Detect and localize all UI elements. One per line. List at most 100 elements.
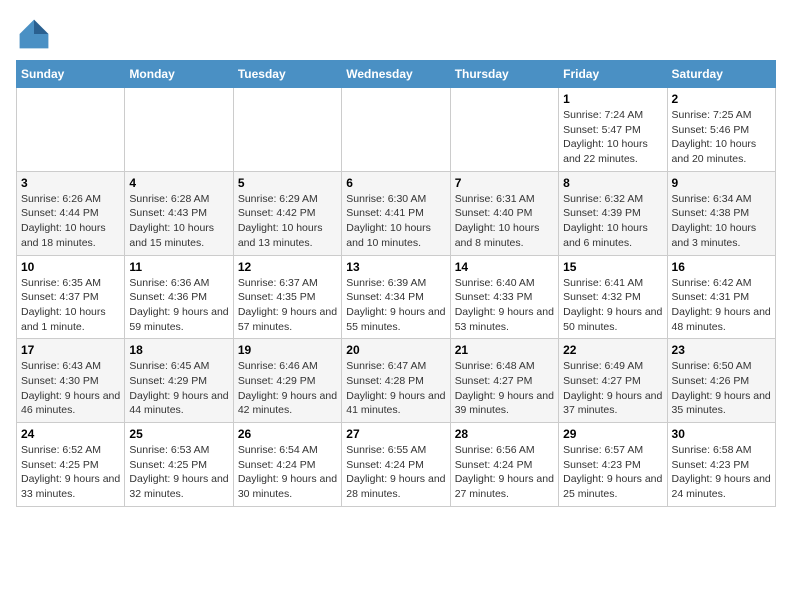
day-number: 1 bbox=[563, 92, 662, 106]
day-info: Sunrise: 6:32 AM Sunset: 4:39 PM Dayligh… bbox=[563, 192, 662, 251]
day-number: 30 bbox=[672, 427, 771, 441]
day-number: 3 bbox=[21, 176, 120, 190]
header bbox=[16, 16, 776, 52]
calendar-cell: 6Sunrise: 6:30 AM Sunset: 4:41 PM Daylig… bbox=[342, 171, 450, 255]
day-info: Sunrise: 6:54 AM Sunset: 4:24 PM Dayligh… bbox=[238, 443, 337, 502]
calendar-cell: 11 Sunrise: 6:36 AM Sunset: 4:36 PM Dayli… bbox=[125, 255, 233, 339]
day-number: 29 bbox=[563, 427, 662, 441]
weekday-header-thursday: Thursday bbox=[450, 61, 558, 88]
calendar-cell: 2 Sunrise: 7:25 AM Sunset: 5:46 PM Daylig… bbox=[667, 88, 775, 172]
calendar-cell: 15 Sunrise: 6:41 AM Sunset: 4:32 PM Dayli… bbox=[559, 255, 667, 339]
day-info: Sunrise: 6:50 AM Sunset: 4:26 PM Dayligh… bbox=[672, 359, 771, 418]
calendar-cell: 27 Sunrise: 6:55 AM Sunset: 4:24 PM Dayli… bbox=[342, 423, 450, 507]
calendar-cell: 3 Sunrise: 6:26 AM Sunset: 4:44 PM Daylig… bbox=[17, 171, 125, 255]
day-number: 21 bbox=[455, 343, 554, 357]
day-info: Sunrise: 6:43 AM Sunset: 4:30 PM Dayligh… bbox=[21, 359, 120, 418]
day-number: 8 bbox=[563, 176, 662, 190]
day-number: 14 bbox=[455, 260, 554, 274]
day-number: 15 bbox=[563, 260, 662, 274]
day-info: Sunrise: 6:48 AM Sunset: 4:27 PM Dayligh… bbox=[455, 359, 554, 418]
day-info: Sunrise: 6:34 AM Sunset: 4:38 PM Dayligh… bbox=[672, 192, 771, 251]
day-number: 17 bbox=[21, 343, 120, 357]
calendar-cell: 28Sunrise: 6:56 AM Sunset: 4:24 PM Dayli… bbox=[450, 423, 558, 507]
calendar-cell: 13 Sunrise: 6:39 AM Sunset: 4:34 PM Dayli… bbox=[342, 255, 450, 339]
calendar-cell: 9 Sunrise: 6:34 AM Sunset: 4:38 PM Daylig… bbox=[667, 171, 775, 255]
weekday-header-sunday: Sunday bbox=[17, 61, 125, 88]
calendar-cell: 10 Sunrise: 6:35 AM Sunset: 4:37 PM Dayli… bbox=[17, 255, 125, 339]
day-number: 11 bbox=[129, 260, 228, 274]
calendar-cell: 21 Sunrise: 6:48 AM Sunset: 4:27 PM Dayli… bbox=[450, 339, 558, 423]
day-info: Sunrise: 6:35 AM Sunset: 4:37 PM Dayligh… bbox=[21, 276, 120, 335]
day-info: Sunrise: 7:24 AM Sunset: 5:47 PM Dayligh… bbox=[563, 108, 662, 167]
day-info: Sunrise: 6:28 AM Sunset: 4:43 PM Dayligh… bbox=[129, 192, 228, 251]
day-info: Sunrise: 6:58 AM Sunset: 4:23 PM Dayligh… bbox=[672, 443, 771, 502]
day-info: Sunrise: 6:31 AM Sunset: 4:40 PM Dayligh… bbox=[455, 192, 554, 251]
calendar-cell: 26 Sunrise: 6:54 AM Sunset: 4:24 PM Dayli… bbox=[233, 423, 341, 507]
calendar-cell: 24 Sunrise: 6:52 AM Sunset: 4:25 PM Dayli… bbox=[17, 423, 125, 507]
logo bbox=[16, 16, 56, 52]
day-info: Sunrise: 6:53 AM Sunset: 4:25 PM Dayligh… bbox=[129, 443, 228, 502]
day-number: 25 bbox=[129, 427, 228, 441]
calendar-cell: 1 Sunrise: 7:24 AM Sunset: 5:47 PM Daylig… bbox=[559, 88, 667, 172]
day-number: 16 bbox=[672, 260, 771, 274]
day-number: 13 bbox=[346, 260, 445, 274]
weekday-header-wednesday: Wednesday bbox=[342, 61, 450, 88]
day-number: 2 bbox=[672, 92, 771, 106]
day-info: Sunrise: 6:41 AM Sunset: 4:32 PM Dayligh… bbox=[563, 276, 662, 335]
calendar-cell: 22 Sunrise: 6:49 AM Sunset: 4:27 PM Dayli… bbox=[559, 339, 667, 423]
day-number: 18 bbox=[129, 343, 228, 357]
day-number: 26 bbox=[238, 427, 337, 441]
day-number: 19 bbox=[238, 343, 337, 357]
day-number: 20 bbox=[346, 343, 445, 357]
calendar: SundayMondayTuesdayWednesdayThursdayFrid… bbox=[16, 60, 776, 507]
calendar-cell bbox=[17, 88, 125, 172]
day-number: 27 bbox=[346, 427, 445, 441]
calendar-cell: 17 Sunrise: 6:43 AM Sunset: 4:30 PM Dayli… bbox=[17, 339, 125, 423]
day-number: 7 bbox=[455, 176, 554, 190]
day-info: Sunrise: 6:49 AM Sunset: 4:27 PM Dayligh… bbox=[563, 359, 662, 418]
weekday-header-friday: Friday bbox=[559, 61, 667, 88]
calendar-cell: 19 Sunrise: 6:46 AM Sunset: 4:29 PM Dayli… bbox=[233, 339, 341, 423]
calendar-cell bbox=[125, 88, 233, 172]
day-info: Sunrise: 6:52 AM Sunset: 4:25 PM Dayligh… bbox=[21, 443, 120, 502]
calendar-cell: 25 Sunrise: 6:53 AM Sunset: 4:25 PM Dayli… bbox=[125, 423, 233, 507]
calendar-cell bbox=[233, 88, 341, 172]
day-number: 22 bbox=[563, 343, 662, 357]
calendar-cell: 8 Sunrise: 6:32 AM Sunset: 4:39 PM Daylig… bbox=[559, 171, 667, 255]
calendar-cell bbox=[342, 88, 450, 172]
day-number: 10 bbox=[21, 260, 120, 274]
calendar-cell: 30 Sunrise: 6:58 AM Sunset: 4:23 PM Dayli… bbox=[667, 423, 775, 507]
calendar-cell: 16 Sunrise: 6:42 AM Sunset: 4:31 PM Dayli… bbox=[667, 255, 775, 339]
day-number: 5 bbox=[238, 176, 337, 190]
day-info: Sunrise: 6:55 AM Sunset: 4:24 PM Dayligh… bbox=[346, 443, 445, 502]
day-info: Sunrise: 6:57 AM Sunset: 4:23 PM Dayligh… bbox=[563, 443, 662, 502]
day-info: Sunrise: 6:45 AM Sunset: 4:29 PM Dayligh… bbox=[129, 359, 228, 418]
day-number: 12 bbox=[238, 260, 337, 274]
day-info: Sunrise: 6:36 AM Sunset: 4:36 PM Dayligh… bbox=[129, 276, 228, 335]
day-info: Sunrise: 6:30 AM Sunset: 4:41 PM Dayligh… bbox=[346, 192, 445, 251]
weekday-header-monday: Monday bbox=[125, 61, 233, 88]
calendar-cell: 5 Sunrise: 6:29 AM Sunset: 4:42 PM Daylig… bbox=[233, 171, 341, 255]
day-info: Sunrise: 6:47 AM Sunset: 4:28 PM Dayligh… bbox=[346, 359, 445, 418]
day-info: Sunrise: 6:42 AM Sunset: 4:31 PM Dayligh… bbox=[672, 276, 771, 335]
weekday-header-saturday: Saturday bbox=[667, 61, 775, 88]
day-number: 28 bbox=[455, 427, 554, 441]
day-info: Sunrise: 6:29 AM Sunset: 4:42 PM Dayligh… bbox=[238, 192, 337, 251]
calendar-cell: 18 Sunrise: 6:45 AM Sunset: 4:29 PM Dayli… bbox=[125, 339, 233, 423]
calendar-cell: 12 Sunrise: 6:37 AM Sunset: 4:35 PM Dayli… bbox=[233, 255, 341, 339]
calendar-cell: 14 Sunrise: 6:40 AM Sunset: 4:33 PM Dayli… bbox=[450, 255, 558, 339]
day-number: 23 bbox=[672, 343, 771, 357]
calendar-cell: 7 Sunrise: 6:31 AM Sunset: 4:40 PM Daylig… bbox=[450, 171, 558, 255]
day-number: 9 bbox=[672, 176, 771, 190]
day-info: Sunrise: 6:26 AM Sunset: 4:44 PM Dayligh… bbox=[21, 192, 120, 251]
day-info: Sunrise: 6:37 AM Sunset: 4:35 PM Dayligh… bbox=[238, 276, 337, 335]
day-info: Sunrise: 6:40 AM Sunset: 4:33 PM Dayligh… bbox=[455, 276, 554, 335]
calendar-cell: 4Sunrise: 6:28 AM Sunset: 4:43 PM Daylig… bbox=[125, 171, 233, 255]
day-info: Sunrise: 6:39 AM Sunset: 4:34 PM Dayligh… bbox=[346, 276, 445, 335]
day-info: Sunrise: 7:25 AM Sunset: 5:46 PM Dayligh… bbox=[672, 108, 771, 167]
logo-icon bbox=[16, 16, 52, 52]
calendar-cell: 20 Sunrise: 6:47 AM Sunset: 4:28 PM Dayli… bbox=[342, 339, 450, 423]
day-info: Sunrise: 6:46 AM Sunset: 4:29 PM Dayligh… bbox=[238, 359, 337, 418]
day-number: 24 bbox=[21, 427, 120, 441]
weekday-header-tuesday: Tuesday bbox=[233, 61, 341, 88]
